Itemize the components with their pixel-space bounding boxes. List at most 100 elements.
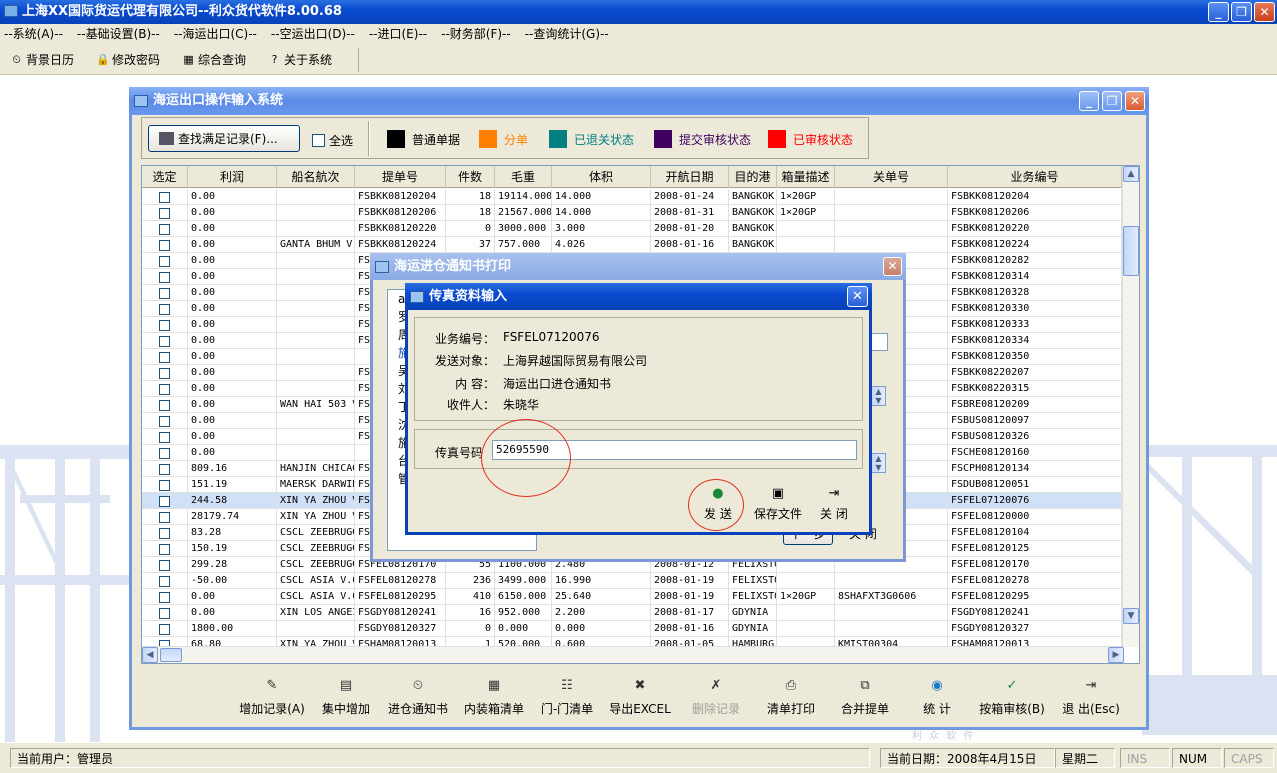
scroll-right-button[interactable]: ▶: [1108, 647, 1124, 663]
checkbox-box[interactable]: [159, 447, 170, 459]
row-checkbox[interactable]: [142, 477, 188, 493]
row-checkbox[interactable]: [142, 253, 188, 269]
col-container-desc-header[interactable]: 箱量描述: [777, 166, 835, 188]
about-button[interactable]: ? 关于系统: [268, 51, 332, 68]
menu-sea-export[interactable]: --海运出口(C)--: [174, 24, 257, 45]
checkbox-box[interactable]: [159, 271, 170, 283]
checkbox-box[interactable]: [159, 495, 170, 507]
menu-air-export[interactable]: --空运出口(D)--: [271, 24, 355, 45]
row-checkbox[interactable]: [142, 301, 188, 317]
calendar-button[interactable]: ⏲ 背景日历: [10, 51, 74, 68]
print-button[interactable]: ⎙ 清单打印: [754, 675, 828, 719]
row-checkbox[interactable]: [142, 365, 188, 381]
col-profit-header[interactable]: 利润: [188, 166, 277, 188]
col-volume-header[interactable]: 体积: [552, 166, 651, 188]
scroll-down-button[interactable]: ▼: [1123, 608, 1139, 624]
table-row[interactable]: 68.80 XIN YA ZHOU V FSHAM08120013 1 520.000 0…: [142, 637, 1124, 646]
checkbox-box[interactable]: [159, 431, 170, 443]
change-password-button[interactable]: 🔒 修改密码: [96, 51, 160, 68]
col-customs-number-header[interactable]: 关单号: [835, 166, 948, 188]
checkbox-box[interactable]: [159, 575, 170, 587]
row-checkbox[interactable]: [142, 397, 188, 413]
row-checkbox[interactable]: [142, 589, 188, 605]
col-sail-date-header[interactable]: 开航日期: [651, 166, 729, 188]
checkbox-box[interactable]: [159, 239, 170, 251]
checkbox-box[interactable]: [159, 463, 170, 475]
table-row[interactable]: 0.00 CSCL ASIA V.0 FSFEL08120295 410 6150.00…: [142, 589, 1124, 605]
checkbox-box[interactable]: [159, 623, 170, 635]
close-fax-button[interactable]: ⇥ 关 闭: [820, 487, 848, 522]
table-row[interactable]: 0.00 GANTA BHUM V. FSBKK08120224 37 757.000 4…: [142, 237, 1124, 253]
checkbox-box[interactable]: [159, 319, 170, 331]
close-button[interactable]: ✕: [1125, 91, 1145, 111]
door-list-button[interactable]: ☷ 门-门清单: [532, 675, 602, 719]
checkbox-box[interactable]: [159, 559, 170, 571]
checkbox-box[interactable]: [159, 607, 170, 619]
row-checkbox[interactable]: [142, 605, 188, 621]
row-checkbox[interactable]: [142, 333, 188, 349]
maximize-button[interactable]: ❐: [1231, 2, 1252, 22]
minimize-button[interactable]: _: [1079, 91, 1099, 111]
row-checkbox[interactable]: [142, 317, 188, 333]
checkbox-box[interactable]: [159, 511, 170, 523]
minimize-button[interactable]: _: [1208, 2, 1229, 22]
general-query-button[interactable]: ▦ 综合查询: [182, 51, 246, 68]
checkbox-box[interactable]: [159, 351, 170, 363]
row-checkbox[interactable]: [142, 493, 188, 509]
menu-system[interactable]: --系统(A)--: [4, 24, 63, 45]
table-row[interactable]: 0.00 XIN LOS ANGEI FSGDY08120241 16 952.000 2…: [142, 605, 1124, 621]
row-checkbox[interactable]: [142, 557, 188, 573]
checkbox-box[interactable]: [159, 543, 170, 555]
merge-button[interactable]: ⧉ 合并提单: [828, 675, 902, 719]
checkbox-box[interactable]: [159, 223, 170, 235]
checkbox-box[interactable]: [159, 255, 170, 267]
row-checkbox[interactable]: [142, 221, 188, 237]
row-checkbox[interactable]: [142, 621, 188, 637]
checkbox-box[interactable]: [159, 287, 170, 299]
select-all-checkbox[interactable]: 全选: [312, 132, 353, 149]
col-pieces-header[interactable]: 件数: [446, 166, 495, 188]
add-record-button[interactable]: ✎ 增加记录(A): [232, 675, 312, 719]
row-checkbox[interactable]: [142, 189, 188, 205]
spinner-control[interactable]: ▲ ▼: [871, 453, 886, 473]
close-button[interactable]: ✕: [883, 257, 902, 276]
checkbox-box[interactable]: [159, 303, 170, 315]
checkbox-box[interactable]: [159, 399, 170, 411]
checkbox-box[interactable]: [312, 134, 325, 147]
table-row[interactable]: 0.00 FSBKK08120220 0 3000.000 3.000 2008-01-2…: [142, 221, 1124, 237]
checkbox-box[interactable]: [159, 479, 170, 491]
checkbox-box[interactable]: [159, 367, 170, 379]
vertical-scrollbar[interactable]: ▲ ▼: [1122, 166, 1139, 647]
col-dest-port-header[interactable]: 目的港: [729, 166, 777, 188]
col-gross-weight-header[interactable]: 毛重: [495, 166, 552, 188]
check-button[interactable]: ✓ 按箱审核(B): [972, 675, 1052, 719]
scroll-left-button[interactable]: ◀: [142, 647, 158, 663]
checkbox-box[interactable]: [159, 415, 170, 427]
checkbox-box[interactable]: [159, 383, 170, 395]
checkbox-box[interactable]: [159, 335, 170, 347]
stats-button[interactable]: ◉ 统 计: [902, 675, 972, 719]
row-checkbox[interactable]: [142, 541, 188, 557]
row-checkbox[interactable]: [142, 285, 188, 301]
scroll-up-button[interactable]: ▲: [1123, 166, 1139, 182]
col-select-header[interactable]: 选定: [142, 166, 188, 188]
checkbox-box[interactable]: [159, 191, 170, 203]
clock-notice-button[interactable]: ⏲ 进仓通知书: [380, 675, 456, 719]
exit-button[interactable]: ⇥ 退 出(Esc): [1052, 675, 1130, 719]
row-checkbox[interactable]: [142, 509, 188, 525]
close-button[interactable]: ✕: [847, 286, 868, 307]
maximize-button[interactable]: ❐: [1102, 91, 1122, 111]
row-checkbox[interactable]: [142, 413, 188, 429]
row-checkbox[interactable]: [142, 349, 188, 365]
menu-basic-settings[interactable]: --基础设置(B)--: [77, 24, 160, 45]
menu-import[interactable]: --进口(E)--: [369, 24, 427, 45]
col-business-number-header[interactable]: 业务编号: [948, 166, 1122, 188]
row-checkbox[interactable]: [142, 205, 188, 221]
row-checkbox[interactable]: [142, 269, 188, 285]
row-checkbox[interactable]: [142, 445, 188, 461]
save-file-button[interactable]: ▣ 保存文件: [754, 487, 802, 522]
table-row[interactable]: 0.00 FSBKK08120206 18 21567.000 14.000 2008-0…: [142, 205, 1124, 221]
table-row[interactable]: 0.00 FSBKK08120204 18 19114.000 14.000 2008-0…: [142, 189, 1124, 205]
spinner-control[interactable]: ▲ ▼: [871, 386, 886, 406]
horizontal-scrollbar[interactable]: ◀ ▶: [142, 646, 1124, 663]
